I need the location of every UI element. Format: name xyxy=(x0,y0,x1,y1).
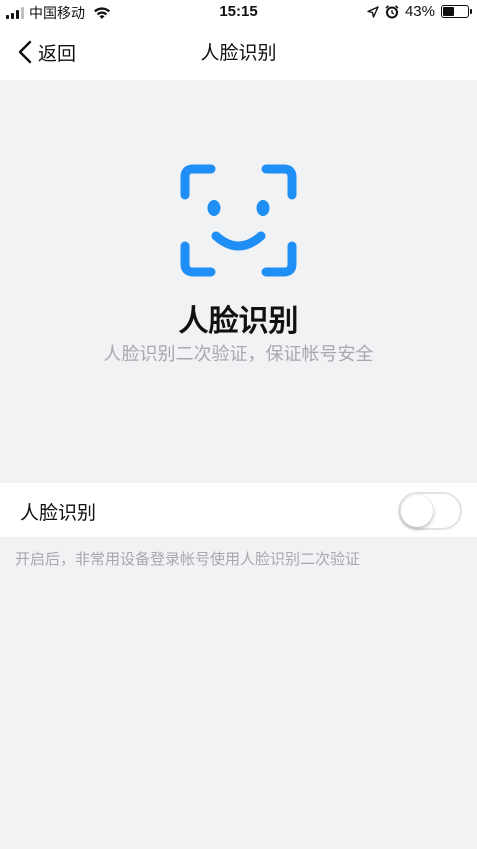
location-arrow-icon xyxy=(367,5,379,18)
status-bar: 中国移动 15:15 43% xyxy=(0,0,477,24)
hero-title: 人脸识别 xyxy=(178,304,299,339)
hero-subtitle: 人脸识别二次验证，保证帐号安全 xyxy=(103,344,374,365)
status-right: 43% xyxy=(367,3,472,20)
alarm-icon xyxy=(385,4,399,18)
setting-label: 人脸识别 xyxy=(20,502,97,524)
page-title: 人脸识别 xyxy=(200,42,277,64)
hint-text: 开启后，非常用设备登录帐号使用人脸识别二次验证 xyxy=(15,550,361,568)
face-recognition-setting-row: 人脸识别 xyxy=(0,483,477,537)
face-recognition-toggle[interactable] xyxy=(398,492,462,530)
toggle-knob xyxy=(401,495,433,527)
navigation-bar: 返回 人脸识别 xyxy=(0,24,477,80)
hero-section: 人脸识别 人脸识别二次验证，保证帐号安全 xyxy=(0,80,477,480)
battery-percent: 43% xyxy=(404,3,435,20)
battery-icon xyxy=(441,5,472,18)
face-recognition-icon xyxy=(180,164,297,277)
